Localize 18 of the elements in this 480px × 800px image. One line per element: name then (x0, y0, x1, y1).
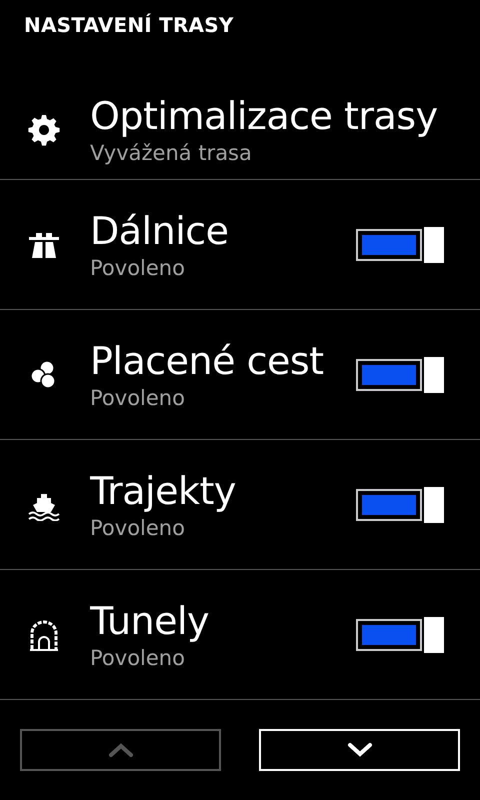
chevron-up-icon (108, 742, 134, 758)
tunnel-icon (28, 618, 60, 650)
setting-value: Povoleno (90, 514, 185, 542)
screen-title: NASTAVENÍ TRASY (24, 13, 234, 37)
setting-title: Optimalizace trasy (90, 92, 438, 138)
setting-value: Vyvážená trasa (90, 140, 252, 166)
setting-value: Povoleno (90, 644, 185, 672)
setting-title: Placené cest (90, 338, 324, 384)
setting-value: Povoleno (90, 384, 185, 412)
chevron-down-icon (346, 742, 372, 758)
setting-title: Dálnice (90, 208, 229, 254)
gear-icon (28, 114, 60, 146)
toggle-switch[interactable] (356, 356, 444, 392)
toggle-switch[interactable] (356, 226, 444, 262)
setting-value: Povoleno (90, 254, 185, 282)
toggle-switch[interactable] (356, 486, 444, 522)
scroll-down-button[interactable] (259, 729, 460, 771)
toggle-switch[interactable] (356, 616, 444, 652)
